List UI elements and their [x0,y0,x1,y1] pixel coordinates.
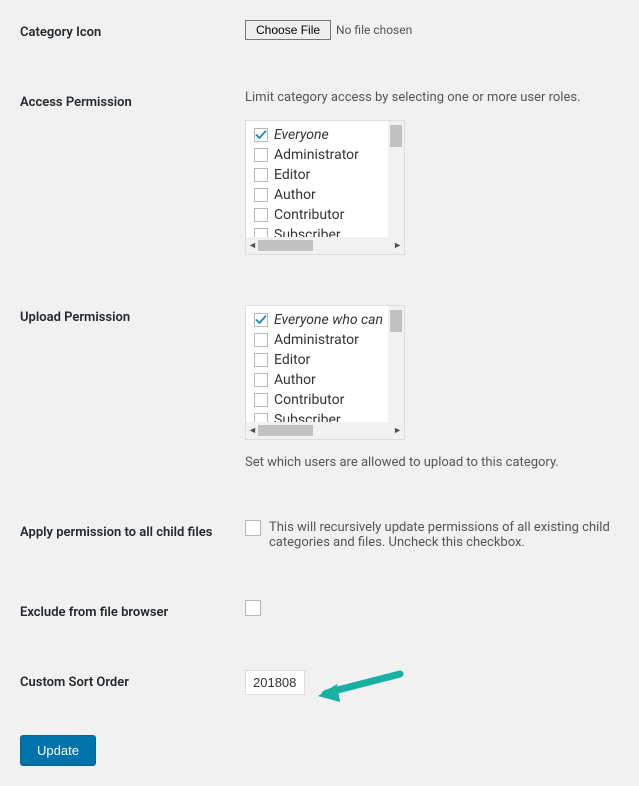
role-item[interactable]: Administrator [254,146,404,164]
scroll-right-icon[interactable]: ► [393,240,402,251]
role-label: Administrator [274,332,359,348]
horizontal-scrollbar[interactable]: ◄ ► [246,422,404,439]
role-checkbox[interactable] [254,148,268,162]
scroll-left-icon[interactable]: ◄ [248,425,257,436]
role-item[interactable]: Editor [254,166,404,184]
role-label: Subscriber [274,412,341,422]
arrow-annotation-icon [315,662,405,706]
scroll-left-icon[interactable]: ◄ [248,240,257,251]
role-checkbox[interactable] [254,313,268,327]
scroll-right-icon[interactable]: ► [393,425,402,436]
upload-permission-label: Upload Permission [20,310,130,325]
role-item[interactable]: Contributor [254,391,404,409]
role-checkbox[interactable] [254,353,268,367]
role-checkbox[interactable] [254,128,268,142]
role-label: Subscriber [274,227,341,237]
role-label: Author [274,187,316,203]
role-checkbox[interactable] [254,188,268,202]
apply-permission-checkbox[interactable] [245,520,261,536]
role-item[interactable]: Author [254,371,404,389]
choose-file-button[interactable]: Choose File [245,20,331,40]
role-item[interactable]: Everyone who can [254,311,404,329]
file-status-text: No file chosen [336,23,412,37]
scrollbar-thumb[interactable] [390,125,402,147]
role-checkbox[interactable] [254,333,268,347]
role-label: Editor [274,352,310,368]
custom-sort-input[interactable] [245,670,305,695]
vertical-scrollbar[interactable] [388,121,404,237]
role-checkbox[interactable] [254,393,268,407]
role-checkbox[interactable] [254,208,268,222]
scrollbar-thumb[interactable] [258,425,313,436]
exclude-browser-checkbox[interactable] [245,600,261,616]
role-item[interactable]: Author [254,186,404,204]
apply-permission-text: This will recursively update permissions… [269,520,619,550]
access-permission-label: Access Permission [20,95,132,110]
role-label: Administrator [274,147,359,163]
role-label: Everyone [274,127,329,143]
upload-permission-rolebox[interactable]: Everyone who can Administrator Editor Autho… [245,305,405,440]
scrollbar-thumb[interactable] [390,310,402,332]
exclude-browser-label: Exclude from file browser [20,605,168,620]
role-item[interactable]: Editor [254,351,404,369]
category-icon-label: Category Icon [20,25,101,40]
upload-permission-desc: Set which users are allowed to upload to… [245,455,619,470]
apply-permission-label: Apply permission to all child files [20,525,212,540]
role-checkbox[interactable] [254,413,268,422]
scrollbar-thumb[interactable] [258,240,313,251]
role-label: Author [274,372,316,388]
role-label: Contributor [274,392,344,408]
role-checkbox[interactable] [254,228,268,237]
role-item[interactable]: Administrator [254,331,404,349]
role-checkbox[interactable] [254,373,268,387]
vertical-scrollbar[interactable] [388,306,404,422]
horizontal-scrollbar[interactable]: ◄ ► [246,237,404,254]
access-permission-desc: Limit category access by selecting one o… [245,90,619,105]
role-label: Editor [274,167,310,183]
custom-sort-label: Custom Sort Order [20,675,129,690]
role-item[interactable]: Subscriber [254,226,404,237]
category-icon-file-input[interactable]: Choose File No file chosen [245,20,619,40]
update-button[interactable]: Update [20,735,96,766]
role-checkbox[interactable] [254,168,268,182]
role-label: Contributor [274,207,344,223]
role-item[interactable]: Subscriber [254,411,404,422]
role-item[interactable]: Everyone [254,126,404,144]
role-label: Everyone who can [274,312,383,328]
role-item[interactable]: Contributor [254,206,404,224]
access-permission-rolebox[interactable]: Everyone Administrator Editor Author Contrib… [245,120,405,255]
